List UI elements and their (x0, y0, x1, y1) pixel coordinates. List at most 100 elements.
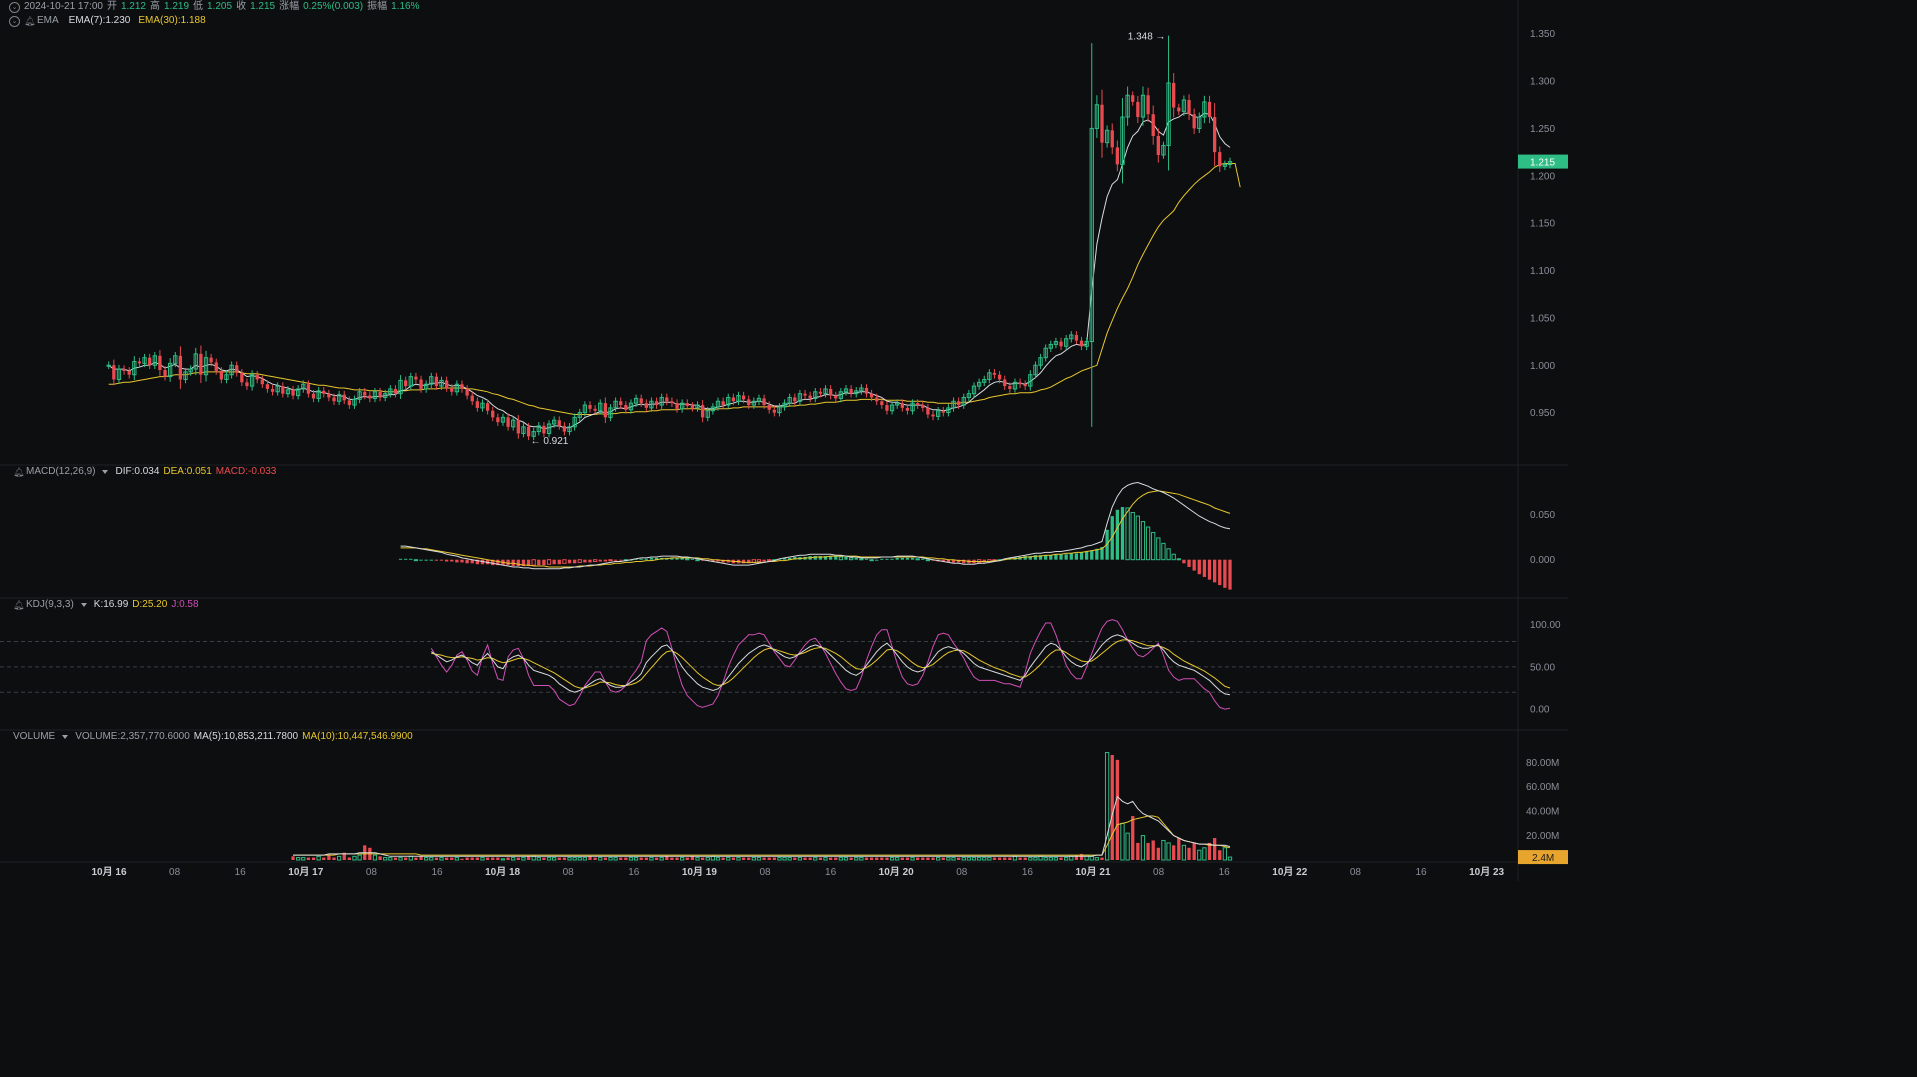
candle-body (393, 388, 398, 394)
volume-bar (808, 857, 812, 860)
volume-bar (916, 857, 920, 860)
ema-header: ⌄ 🔔︎ EMA EMA(7):1.230 EMA(30):1.188 (9, 14, 206, 28)
macd-histogram-bar (834, 556, 838, 560)
candle-body (137, 361, 142, 364)
price-tick-label: 1.100 (1530, 266, 1555, 277)
ema-indicator-name[interactable]: EMA (37, 14, 59, 28)
high-value: 1.219 (164, 1, 190, 12)
candle-body (639, 398, 643, 404)
volume-bar (875, 857, 879, 860)
volume-bar (941, 857, 945, 860)
volume-bar (1218, 850, 1222, 860)
candle-body (516, 420, 520, 434)
candle-body (931, 414, 935, 417)
candle-body (670, 401, 674, 404)
macd-histogram-bar (434, 559, 439, 561)
last-price-label: 1.215 (1530, 158, 1555, 169)
volume-bar (685, 857, 689, 860)
macd-indicator-name[interactable]: MACD(12,26,9) (26, 465, 95, 479)
candle-body (1218, 152, 1222, 167)
candle-body (270, 388, 275, 392)
macd-histogram-bar (1059, 554, 1063, 560)
volume-indicator-name[interactable]: VOLUME (13, 730, 55, 744)
candle-body (869, 393, 874, 398)
x-tick-label: 16 (431, 867, 443, 878)
price-tick-label: 1.300 (1530, 77, 1555, 88)
x-tick-label: 10月 16 (91, 866, 126, 878)
candle-body (347, 400, 352, 406)
candle-body (685, 403, 689, 406)
candle-body (542, 425, 546, 434)
macd-histogram-bar (1074, 553, 1079, 560)
open-value: 1.212 (120, 1, 146, 12)
volume-bar (905, 857, 910, 860)
volume-ma5-value: MA(5):10,853,211.7800 (193, 731, 299, 742)
candle-body (1146, 95, 1150, 115)
macd-histogram-bar (890, 558, 894, 560)
macd-histogram-bar (639, 558, 643, 560)
macd-histogram-bar (900, 557, 904, 560)
volume-bar (562, 857, 567, 860)
bell-icon[interactable]: 🔔︎ (24, 16, 35, 26)
volume-bar (762, 857, 766, 860)
candle-body (741, 395, 746, 400)
candle-body (245, 382, 249, 387)
trading-chart[interactable]: 1.350 1.300 1.250 1.200 1.150 1.100 1.050 1.000… (0, 0, 1568, 881)
candle-body (475, 401, 480, 408)
volume-bar (291, 856, 295, 860)
candle-body (675, 403, 679, 409)
macd-histogram-bar (649, 557, 654, 560)
volume-bar (670, 857, 674, 860)
volume-bar (828, 857, 833, 860)
candle-body (1207, 101, 1212, 118)
candle-body (654, 401, 659, 406)
volume-bar (849, 857, 853, 860)
bell-icon[interactable]: 🔔︎ (13, 467, 24, 477)
candle-body (700, 405, 705, 418)
collapse-chevron-icon[interactable]: ⌄ (9, 1, 20, 13)
volume-bar (1131, 816, 1135, 860)
candle-body (378, 391, 382, 398)
volume-bar (485, 857, 490, 860)
macd-dea-value: DEA:0.051 (163, 466, 212, 477)
candle-body (834, 395, 838, 399)
candle-body (460, 384, 464, 389)
candle-body (240, 372, 244, 383)
chevron-down-icon[interactable] (80, 603, 87, 607)
volume-bar (793, 857, 797, 860)
candle-body (828, 388, 833, 396)
candle-body (470, 395, 474, 402)
volume-bar (880, 857, 884, 860)
candle-body (905, 407, 910, 411)
volume-bar (1059, 857, 1063, 860)
macd-histogram-bar (455, 559, 459, 563)
collapse-chevron-icon[interactable]: ⌄ (9, 15, 20, 27)
x-tick-label: 10月 20 (879, 866, 914, 878)
candle-body (127, 370, 131, 375)
volume-bar (1115, 759, 1120, 860)
macd-histogram-bar (1207, 559, 1212, 580)
kdj-indicator-name[interactable]: KDJ(9,3,3) (26, 598, 74, 612)
volume-bar (931, 857, 935, 860)
volume-bar (434, 857, 439, 860)
volume-bar (1003, 857, 1007, 860)
chevron-down-icon[interactable] (62, 735, 69, 739)
volume-bar (900, 857, 904, 860)
candle-body (1003, 379, 1007, 387)
macd-histogram-bar (572, 559, 577, 564)
high-annotation: 1.348 → (1128, 32, 1166, 43)
bell-icon[interactable]: 🔔︎ (13, 600, 24, 610)
chevron-down-icon[interactable] (102, 470, 109, 474)
x-tick-label: 10月 23 (1469, 866, 1504, 878)
candle-body (306, 384, 311, 394)
candle-body (526, 426, 531, 437)
kdj-header: 🔔︎ KDJ(9,3,3) K:16.99 D:25.20 J:0.58 (13, 598, 199, 612)
volume-bar (419, 856, 423, 860)
macd-histogram-bar (450, 559, 454, 562)
candle-body (1008, 386, 1012, 389)
candle-body (562, 425, 567, 432)
volume-bar (818, 857, 823, 860)
candle-body (1131, 95, 1135, 102)
price-tick-label: 0.950 (1530, 408, 1555, 419)
candle-body (291, 389, 295, 396)
